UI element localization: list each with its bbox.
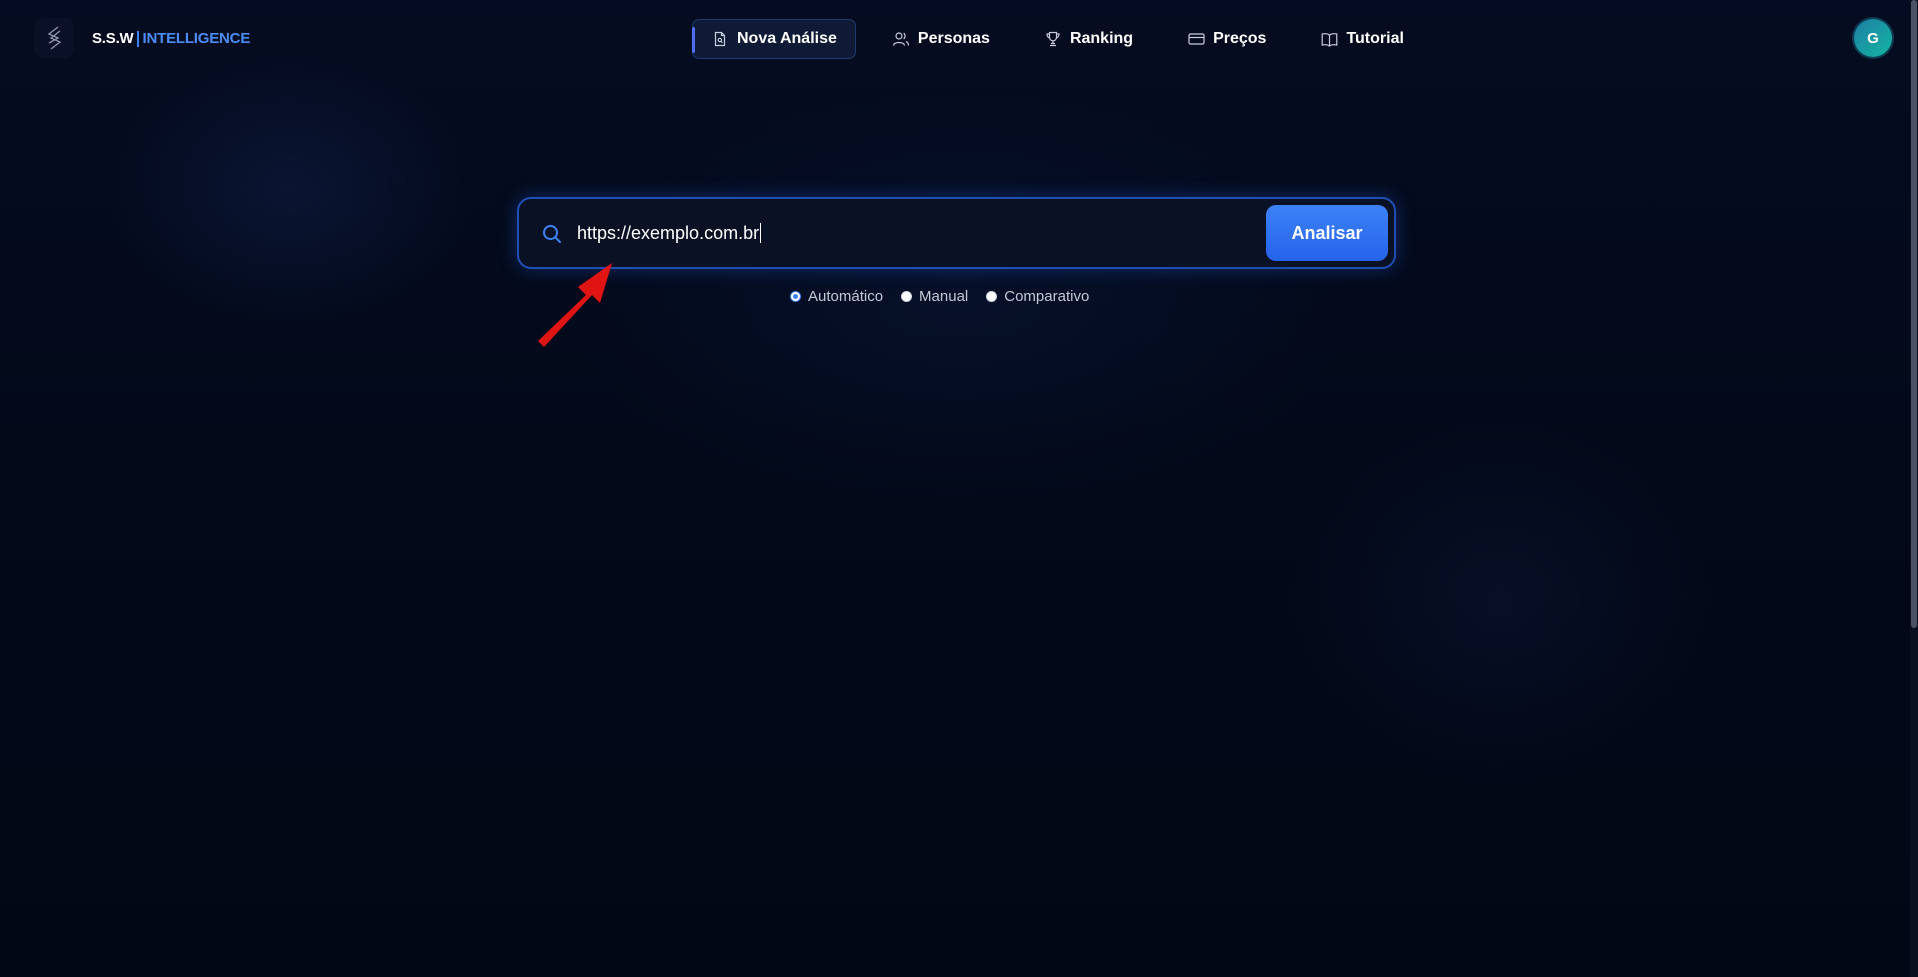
logo-icon (47, 26, 62, 50)
annotation-arrow-icon (538, 263, 612, 347)
brand-name[interactable]: S.S.W INTELLIGENCE (92, 30, 250, 47)
mode-label: Comparativo (1004, 288, 1090, 305)
nav-item-tutorial[interactable]: Tutorial (1302, 19, 1421, 59)
trophy-icon (1044, 30, 1062, 48)
user-avatar[interactable]: G (1854, 19, 1892, 57)
mode-option-automatico[interactable]: Automático (790, 288, 883, 305)
app-logo[interactable] (34, 18, 74, 58)
credit-card-icon (1187, 30, 1205, 48)
page: S.S.W INTELLIGENCE Nova Análise Personas… (0, 0, 1918, 977)
url-input-value: https://exemplo.com.br (577, 223, 760, 243)
analysis-mode-group: Automático Manual Comparativo (790, 288, 1107, 305)
nav-item-label: Nova Análise (737, 30, 837, 47)
main-nav: Nova Análise Personas Ranking Preços Tut… (692, 18, 1440, 60)
radio-manual[interactable] (901, 291, 913, 302)
book-open-icon (1320, 30, 1338, 48)
brand-name-secondary: INTELLIGENCE (142, 30, 251, 47)
url-search-bar: https://exemplo.com.br Analisar (517, 197, 1396, 269)
text-caret (760, 223, 762, 243)
brand-name-primary: S.S.W (92, 30, 134, 47)
scrollbar-thumb[interactable] (1911, 0, 1917, 628)
nav-item-label: Preços (1213, 30, 1267, 47)
mode-label: Manual (919, 288, 969, 305)
nav-item-personas[interactable]: Personas (874, 19, 1008, 59)
nav-item-ranking[interactable]: Ranking (1026, 19, 1151, 59)
nav-item-label: Personas (917, 30, 990, 47)
file-search-icon (711, 30, 729, 48)
radio-comparativo[interactable] (986, 291, 998, 302)
nav-item-label: Ranking (1069, 30, 1134, 47)
mode-option-comparativo[interactable]: Comparativo (986, 288, 1089, 305)
url-input[interactable]: https://exemplo.com.br (577, 211, 1257, 255)
nav-item-precos[interactable]: Preços (1169, 19, 1284, 59)
analisar-button[interactable]: Analisar (1266, 205, 1388, 261)
brand-divider (136, 30, 139, 47)
mode-option-manual[interactable]: Manual (901, 288, 968, 305)
page-scrollbar[interactable] (1910, 0, 1918, 977)
nav-item-label: Tutorial (1346, 30, 1404, 47)
mode-label: Automático (808, 288, 884, 305)
users-icon (892, 30, 910, 48)
top-header: S.S.W INTELLIGENCE Nova Análise Personas… (0, 0, 1918, 78)
nav-item-nova-analise[interactable]: Nova Análise (692, 19, 856, 59)
search-icon (543, 225, 561, 243)
radio-automatico[interactable] (790, 291, 801, 302)
